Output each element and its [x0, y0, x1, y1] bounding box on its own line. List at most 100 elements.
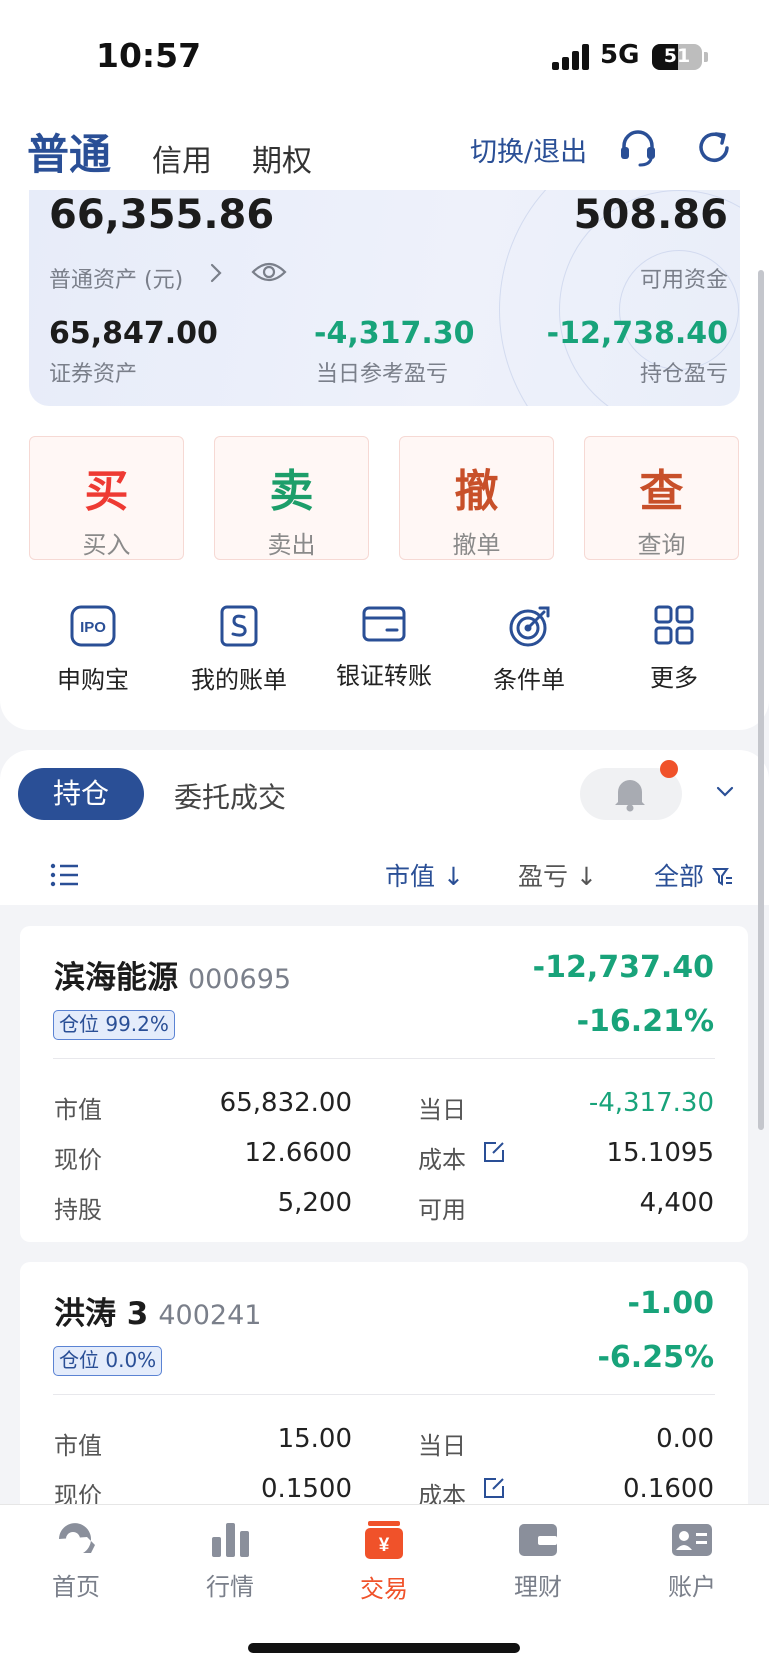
sell-button[interactable]: 卖 卖出 — [214, 436, 369, 560]
stock-name-text: 洪涛 3 — [54, 1296, 149, 1332]
signal-icon — [552, 44, 590, 70]
total-assets-label[interactable]: 普通资产 (元) — [49, 262, 183, 294]
nav-account-label: 账户 — [668, 1573, 716, 1601]
grid-icon — [654, 605, 694, 645]
nav-trade[interactable]: ¥ 交易 — [334, 1519, 434, 1604]
edit-cost-icon[interactable] — [482, 1476, 506, 1500]
tab-normal[interactable]: 普通 — [27, 121, 111, 182]
available-funds-value: 508.86 — [573, 192, 728, 238]
list-view-icon[interactable] — [50, 862, 80, 892]
shortcut-more-label: 更多 — [650, 664, 698, 692]
target-icon — [509, 606, 550, 647]
home-icon — [59, 1523, 95, 1553]
notification-dot — [660, 760, 678, 778]
query-button-glyph: 查 — [639, 466, 684, 517]
status-bar: 10:57 5G 51 — [0, 0, 769, 110]
query-button[interactable]: 查 查询 — [584, 436, 739, 560]
market-value: 65,832.00 — [219, 1088, 352, 1118]
trade-icon: ¥ — [365, 1521, 403, 1559]
today-pnl: -4,317.30 — [588, 1088, 714, 1118]
scrollbar[interactable] — [758, 270, 764, 1130]
market-value-label: 市值 — [54, 1096, 102, 1124]
stock-pnl-percent: -6.25% — [597, 1340, 714, 1375]
shortcut-ipo-label: 申购宝 — [57, 666, 129, 694]
holding-pnl-value: -12,738.40 — [546, 316, 728, 351]
shortcut-ipo[interactable]: IPO 申购宝 — [28, 604, 158, 695]
switch-logout-button[interactable]: 切换/退出 — [470, 130, 587, 169]
cancel-order-button-glyph: 撤 — [454, 466, 499, 517]
ipo-icon: IPO — [70, 605, 116, 647]
ipo-icon-text: IPO — [80, 619, 106, 636]
tab-holdings[interactable]: 持仓 — [18, 768, 144, 820]
chevron-down-icon[interactable] — [716, 782, 734, 800]
sort-market-value[interactable]: 市值 ↓ — [385, 857, 464, 893]
bill-icon — [220, 605, 258, 647]
wallet-icon — [519, 1524, 557, 1556]
filter-all[interactable]: 全部 — [654, 857, 734, 893]
shortcut-conditional-order[interactable]: 条件单 — [464, 604, 594, 695]
sort-pnl[interactable]: 盈亏 ↓ — [518, 857, 597, 893]
shortcut-bank-transfer-label: 银证转账 — [336, 662, 432, 690]
shortcut-conditional-order-label: 条件单 — [493, 666, 565, 694]
tab-options[interactable]: 期权 — [252, 136, 312, 180]
battery-icon: 51 — [652, 44, 702, 70]
nav-market[interactable]: 行情 — [180, 1519, 280, 1602]
price-value: 0.1500 — [261, 1474, 352, 1504]
sell-button-label: 卖出 — [267, 531, 316, 559]
query-button-label: 查询 — [637, 531, 686, 559]
cancel-order-button[interactable]: 撤 撤单 — [399, 436, 554, 560]
nav-account[interactable]: 账户 — [642, 1519, 742, 1602]
home-indicator — [248, 1643, 520, 1653]
card-divider — [53, 1394, 715, 1395]
position-badge: 仓位 0.0% — [53, 1346, 163, 1376]
shortcut-more[interactable]: 更多 — [609, 604, 739, 693]
available-shares-value: 4,400 — [639, 1188, 714, 1218]
stock-pnl-percent: -16.21% — [576, 1004, 714, 1039]
securities-assets-value: 65,847.00 — [49, 316, 218, 351]
shortcut-bill-label: 我的账单 — [191, 666, 287, 694]
nav-wealth[interactable]: 理财 — [488, 1519, 588, 1602]
refresh-icon[interactable] — [692, 126, 736, 170]
cost-value: 15.1095 — [606, 1138, 714, 1168]
tab-orders-trades[interactable]: 委托成交 — [174, 776, 286, 816]
nav-home-label: 首页 — [52, 1573, 100, 1601]
cancel-order-button-label: 撤单 — [452, 531, 501, 559]
eye-icon[interactable] — [251, 258, 287, 290]
headset-icon[interactable] — [616, 126, 660, 170]
stock-name: 洪涛 3 400241 — [54, 1288, 261, 1333]
account-icon — [672, 1524, 712, 1556]
sell-button-glyph: 卖 — [269, 466, 314, 517]
shortcut-bank-transfer[interactable]: 银证转账 — [319, 604, 449, 691]
network-type: 5G — [600, 40, 640, 70]
filter-icon — [712, 868, 732, 886]
tab-credit[interactable]: 信用 — [152, 136, 212, 180]
stock-pnl: -12,737.40 — [532, 950, 714, 985]
shares-label: 持股 — [54, 1196, 102, 1224]
edit-cost-icon[interactable] — [482, 1140, 506, 1164]
chevron-right-icon[interactable] — [209, 262, 223, 288]
shortcut-bill[interactable]: 我的账单 — [174, 604, 304, 695]
bottom-nav: 首页 行情 ¥ 交易 理财 账户 — [0, 1504, 769, 1665]
buy-button-glyph: 买 — [84, 466, 129, 517]
battery-level: 51 — [663, 45, 691, 67]
asset-summary-card: 66,355.86 508.86 普通资产 (元) 可用资金 65,847.00… — [29, 190, 740, 406]
nav-home[interactable]: 首页 — [26, 1519, 126, 1602]
market-value: 15.00 — [277, 1424, 352, 1454]
battery-tip — [704, 52, 708, 62]
svg-text:¥: ¥ — [379, 1535, 390, 1556]
buy-button[interactable]: 买 买入 — [29, 436, 184, 560]
price-value: 12.6600 — [244, 1138, 352, 1168]
holding-card[interactable]: 洪涛 3 400241 -1.00 仓位 0.0% -6.25% 市值 15.00… — [20, 1262, 748, 1522]
today-pnl-label: 当日 — [418, 1432, 466, 1460]
stock-code: 400241 — [158, 1300, 262, 1331]
market-value-label: 市值 — [54, 1432, 102, 1460]
holding-card[interactable]: 滨海能源 000695 -12,737.40 仓位 99.2% -16.21% 市… — [20, 926, 748, 1242]
stock-name: 滨海能源 000695 — [54, 952, 291, 997]
nav-wealth-label: 理财 — [514, 1573, 562, 1601]
available-funds-label: 可用资金 — [639, 268, 728, 293]
stock-name-text: 滨海能源 — [54, 960, 178, 996]
today-pnl-label: 当日 — [418, 1096, 466, 1124]
total-assets-value: 66,355.86 — [49, 192, 275, 238]
nav-trade-label: 交易 — [360, 1575, 408, 1603]
cost-value: 0.1600 — [623, 1474, 714, 1504]
